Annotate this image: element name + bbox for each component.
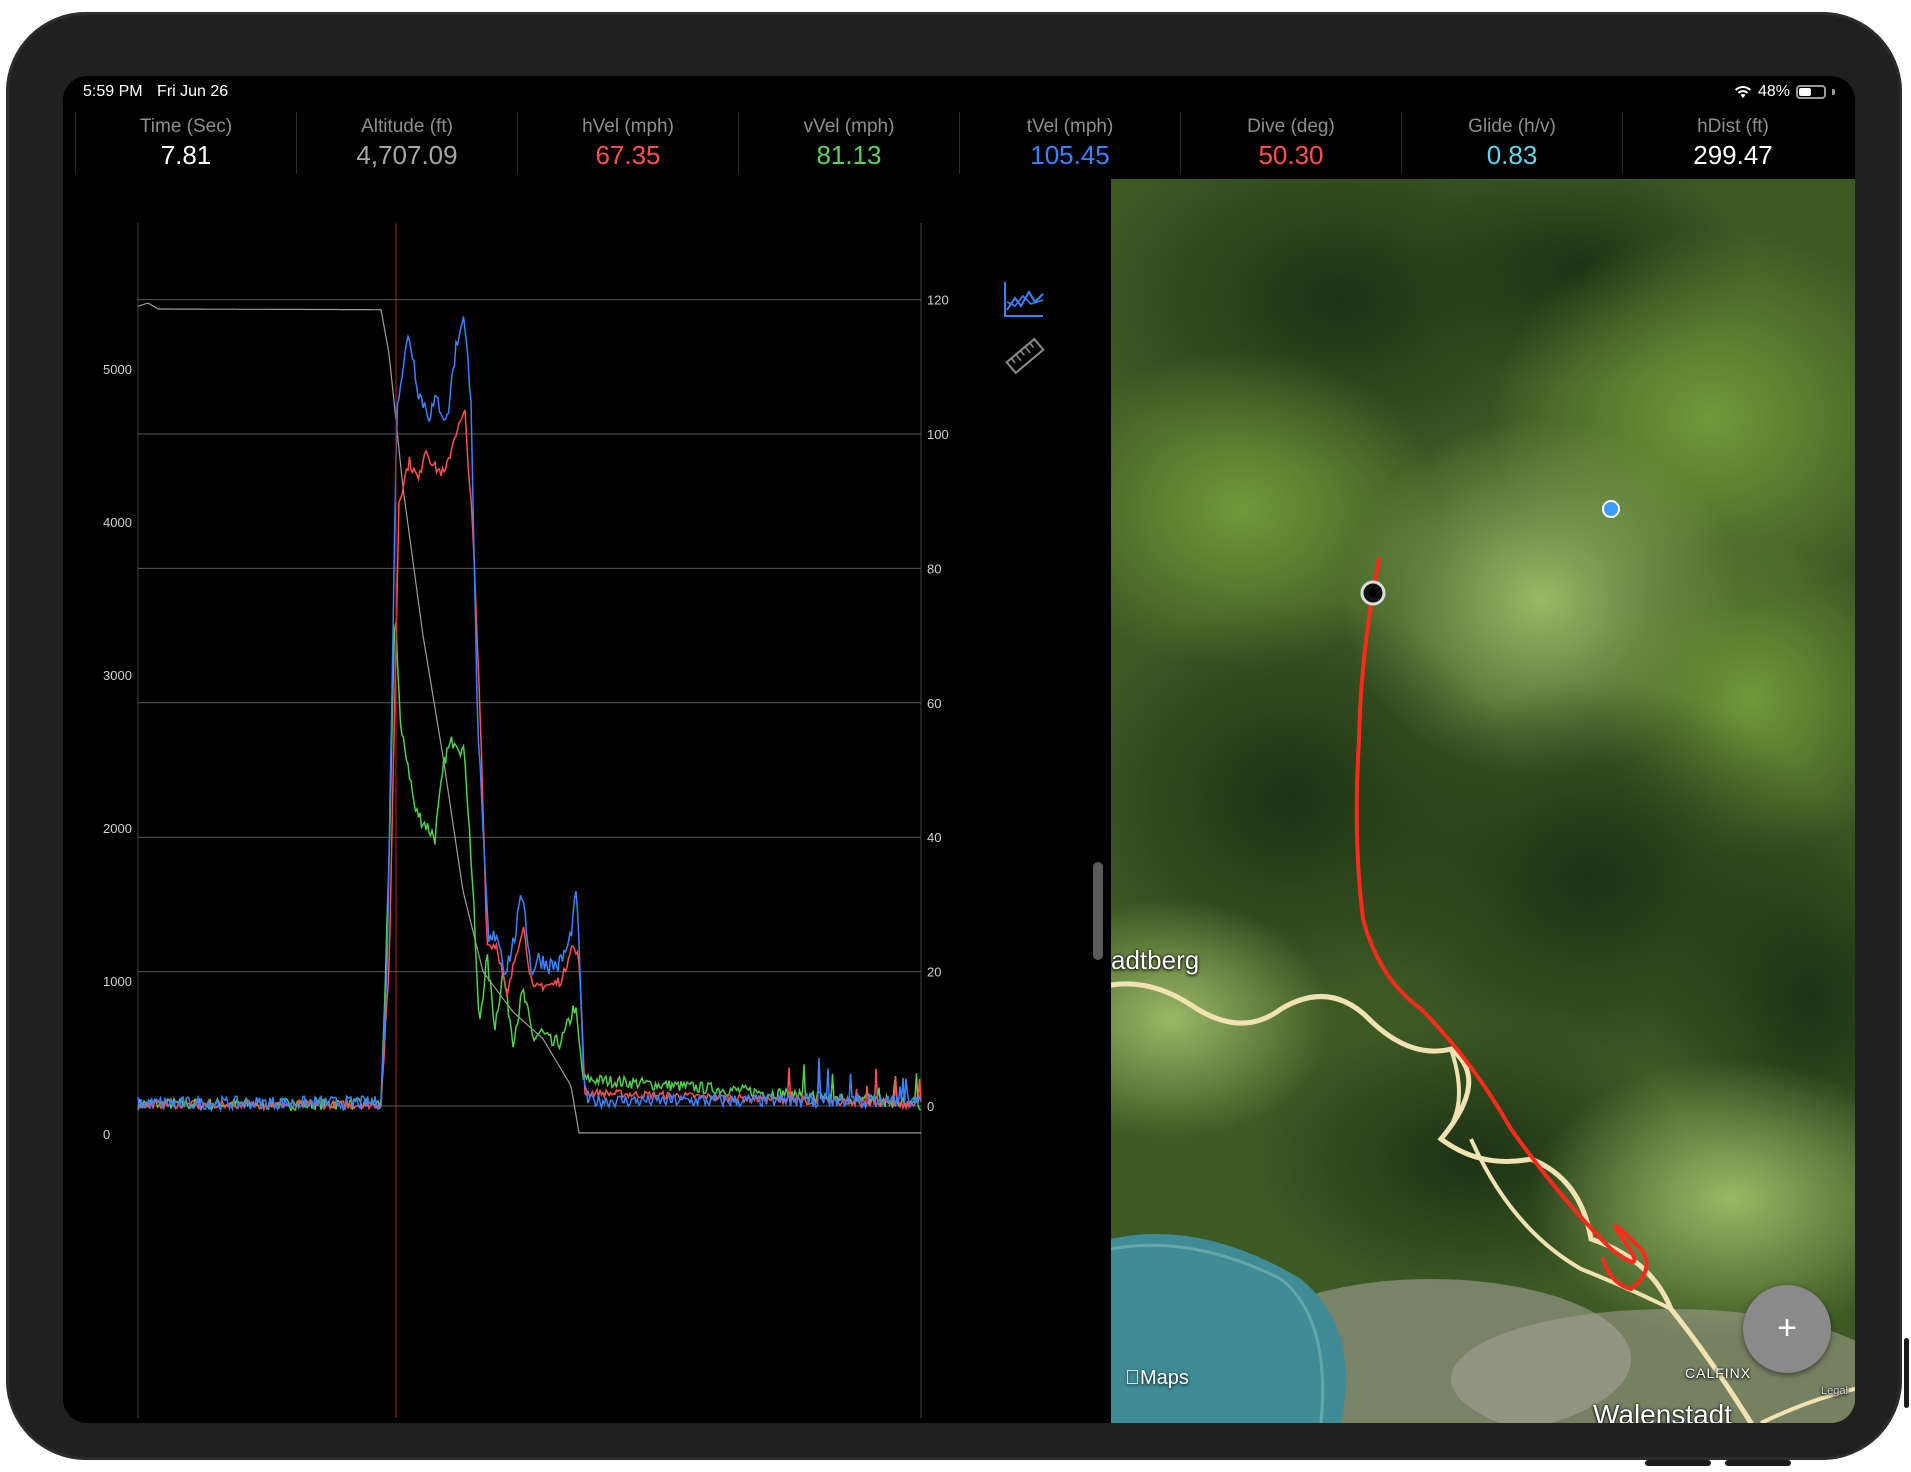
- satellite-map[interactable]: [1111, 179, 1855, 1423]
- metric-value: 299.47: [1693, 140, 1773, 170]
- metric-3: vVel (mph) 81.13: [738, 112, 959, 174]
- metric-label: hVel (mph): [582, 116, 674, 137]
- tvel-line: [137, 316, 922, 1113]
- metric-label: tVel (mph): [1026, 116, 1114, 137]
- right-tick-label: 20: [927, 965, 941, 980]
- flight-chart[interactable]: 120 100 80 60 40 20 0 5000 4000 3000 2000 1000 0: [63, 186, 1101, 1423]
- battery-percent: 48%: [1757, 83, 1790, 100]
- left-tick-label: 2000: [103, 821, 132, 836]
- volume-button-up: [1645, 1460, 1711, 1466]
- split-view-handle[interactable]: [1093, 862, 1103, 960]
- map-view[interactable]: adtberg Walenstadt CALFINX Legal Maps: [1111, 179, 1855, 1423]
- metric-value: 7.81: [160, 140, 212, 170]
- right-tick-label: 120: [927, 293, 949, 308]
- ipad-frame: 5:59 PM Fri Jun 26 48% Time (Sec) 7.81 Alt…: [6, 12, 1902, 1460]
- metric-4: tVel (mph) 105.45: [959, 112, 1180, 174]
- vvel-line: [137, 621, 922, 1113]
- metrics-bar: Time (Sec) 7.81 Altitude (ft) 4,707.09 hVel …: [75, 112, 1843, 174]
- metric-0: Time (Sec) 7.81: [75, 112, 296, 174]
- ruler-icon[interactable]: [1005, 336, 1045, 376]
- metric-label: Dive (deg): [1247, 116, 1335, 137]
- left-tick-label: 5000: [103, 362, 132, 377]
- wifi-icon: [1734, 86, 1751, 98]
- metric-value: 67.35: [595, 140, 661, 170]
- status-bar: 5:59 PM Fri Jun 26 48%: [63, 76, 1855, 108]
- screen: 5:59 PM Fri Jun 26 48% Time (Sec) 7.81 Alt…: [63, 76, 1855, 1423]
- status-date: Fri Jun 26: [157, 83, 229, 100]
- metric-5: Dive (deg) 50.30: [1180, 112, 1401, 174]
- metric-label: Time (Sec): [139, 116, 233, 137]
- left-tick-label: 1000: [103, 974, 132, 989]
- apple-maps-logo: Maps: [1125, 1367, 1189, 1390]
- right-tick-label: 40: [927, 830, 941, 845]
- metric-2: hVel (mph) 67.35: [517, 112, 738, 174]
- right-tick-label: 100: [927, 427, 949, 442]
- metric-6: Glide (h/v) 0.83: [1401, 112, 1622, 174]
- metric-1: Altitude (ft) 4,707.09: [296, 112, 517, 174]
- metric-label: Altitude (ft): [361, 116, 453, 137]
- left-tick-label: 4000: [103, 515, 132, 530]
- battery-icon: [1796, 85, 1826, 99]
- map-label-calfinx: CALFINX: [1685, 1365, 1752, 1381]
- left-tick-label: 0: [103, 1127, 110, 1142]
- metric-value: 4,707.09: [356, 140, 458, 170]
- map-label-walenstadt: Walenstadt: [1593, 1399, 1733, 1423]
- chart-pane[interactable]: 120 100 80 60 40 20 0 5000 4000 3000 2000 1000 0: [63, 186, 1103, 1423]
- line-chart-icon[interactable]: [1001, 276, 1047, 322]
- metric-value: 105.45: [1030, 140, 1110, 170]
- apple-logo-icon: : [1125, 1367, 1140, 1389]
- add-button[interactable]: +: [1743, 1285, 1831, 1373]
- metric-value: 0.83: [1486, 140, 1538, 170]
- metric-value: 50.30: [1258, 140, 1324, 170]
- metric-7: hDist (ft) 299.47: [1622, 112, 1843, 174]
- battery-tip: [1832, 89, 1835, 95]
- right-tick-label: 0: [927, 1099, 934, 1114]
- metric-value: 81.13: [816, 140, 882, 170]
- altitude-line: [137, 302, 921, 1134]
- map-label-town-partial: adtberg: [1111, 945, 1200, 975]
- volume-button-down: [1725, 1460, 1791, 1466]
- maps-attribution: Maps: [1125, 1367, 1189, 1389]
- metric-label: hDist (ft): [1697, 116, 1769, 137]
- right-tick-label: 60: [927, 696, 941, 711]
- metric-label: vVel (mph): [803, 116, 895, 137]
- left-tick-label: 3000: [103, 668, 132, 683]
- map-legal-link[interactable]: Legal: [1821, 1385, 1848, 1397]
- status-time: 5:59 PM: [83, 83, 143, 100]
- side-button: [1904, 1338, 1909, 1408]
- metric-label: Glide (h/v): [1468, 116, 1556, 137]
- hvel-line: [137, 409, 922, 1111]
- right-tick-label: 80: [927, 561, 941, 576]
